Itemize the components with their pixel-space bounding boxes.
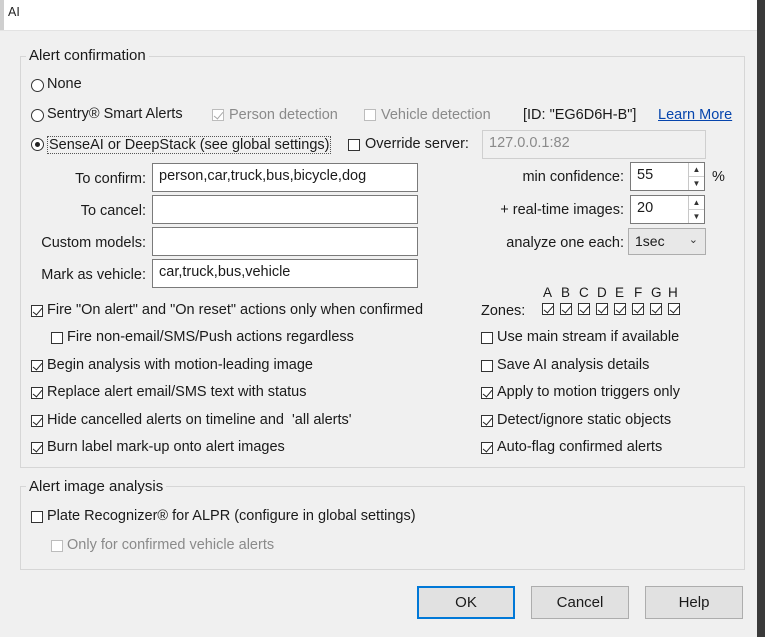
zone-c-checkbox[interactable]	[578, 303, 590, 315]
custom-models-label: Custom models:	[41, 235, 146, 251]
radio-senseai[interactable]	[31, 138, 44, 151]
zone-e-label: E	[615, 285, 625, 300]
begin-analysis-checkbox[interactable]	[31, 360, 43, 372]
zone-g-checkbox[interactable]	[650, 303, 662, 315]
analyze-select[interactable]: 1sec ⌄	[628, 228, 706, 255]
override-server-label: Override server:	[365, 136, 469, 152]
sentry-id: [ID: "EG6D6H-B"]	[523, 107, 637, 123]
spin-up-icon[interactable]: ▲	[689, 163, 704, 177]
realtime-images-spinner[interactable]: ▲ ▼	[688, 196, 704, 223]
override-server-checkbox[interactable]	[348, 139, 360, 151]
replace-alert-label: Replace alert email/SMS text with status	[47, 384, 307, 400]
mark-vehicle-input[interactable]: car,truck,bus,vehicle	[152, 259, 418, 288]
person-detection-checkbox[interactable]	[212, 109, 224, 121]
radio-sentry[interactable]	[31, 109, 44, 122]
use-main-stream-label: Use main stream if available	[497, 329, 680, 345]
title-bar: AI	[0, 0, 765, 31]
zone-g-label: G	[651, 285, 662, 300]
zone-c-label: C	[579, 285, 589, 300]
min-confidence-input[interactable]: 55 ▲ ▼	[630, 162, 705, 191]
fire-on-alert-checkbox[interactable]	[31, 305, 43, 317]
zone-f-label: F	[634, 285, 643, 300]
detect-static-checkbox[interactable]	[481, 415, 493, 427]
to-confirm-label: To confirm:	[75, 171, 146, 187]
spin-down-icon[interactable]: ▼	[689, 177, 704, 190]
vehicle-detection-checkbox[interactable]	[364, 109, 376, 121]
spin-up-icon[interactable]: ▲	[689, 196, 704, 210]
min-confidence-value: 55	[637, 167, 654, 183]
zone-a-label: A	[543, 285, 553, 300]
radio-sentry-label: Sentry® Smart Alerts	[47, 106, 183, 122]
realtime-images-label: + real-time images:	[500, 202, 624, 218]
spin-down-icon[interactable]: ▼	[689, 210, 704, 223]
min-confidence-spinner[interactable]: ▲ ▼	[688, 163, 704, 190]
replace-alert-checkbox[interactable]	[31, 387, 43, 399]
alert-confirmation-legend: Alert confirmation	[26, 47, 149, 64]
fire-on-alert-label: Fire "On alert" and "On reset" actions o…	[47, 302, 424, 318]
chevron-down-icon: ⌄	[688, 234, 698, 246]
learn-more-link[interactable]: Learn More	[658, 107, 732, 123]
use-main-stream-checkbox[interactable]	[481, 332, 493, 344]
to-cancel-input[interactable]	[152, 195, 418, 224]
percent-sign: %	[712, 169, 725, 185]
hide-cancelled-label: Hide cancelled alerts on timeline and 'a…	[47, 412, 352, 428]
ok-button[interactable]: OK	[417, 586, 515, 619]
alert-image-analysis-group	[20, 486, 745, 570]
help-button[interactable]: Help	[645, 586, 743, 619]
begin-analysis-label: Begin analysis with motion-leading image	[47, 357, 313, 373]
only-confirmed-vehicle-checkbox[interactable]	[51, 540, 63, 552]
zone-e-checkbox[interactable]	[614, 303, 626, 315]
zone-b-label: B	[561, 285, 571, 300]
realtime-images-value: 20	[637, 200, 654, 216]
alert-image-analysis-legend: Alert image analysis	[26, 478, 167, 495]
zone-d-checkbox[interactable]	[596, 303, 608, 315]
override-server-input[interactable]: 127.0.0.1:82	[482, 130, 706, 159]
save-ai-details-checkbox[interactable]	[481, 360, 493, 372]
burn-label-label: Burn label mark-up onto alert images	[47, 439, 285, 455]
analyze-value: 1sec	[635, 233, 665, 249]
person-detection-label: Person detection	[229, 107, 338, 123]
mark-vehicle-label: Mark as vehicle:	[41, 267, 146, 283]
radio-none-label: None	[47, 76, 82, 92]
only-confirmed-vehicle-label: Only for confirmed vehicle alerts	[67, 537, 275, 553]
zone-h-checkbox[interactable]	[668, 303, 680, 315]
radio-senseai-label: SenseAI or DeepStack (see global setting…	[47, 136, 332, 154]
zone-b-checkbox[interactable]	[560, 303, 572, 315]
vehicle-detection-label: Vehicle detection	[381, 107, 491, 123]
zone-a-checkbox[interactable]	[542, 303, 554, 315]
save-ai-details-label: Save AI analysis details	[497, 357, 650, 373]
hide-cancelled-checkbox[interactable]	[31, 415, 43, 427]
zone-f-checkbox[interactable]	[632, 303, 644, 315]
plate-recognizer-label: Plate Recognizer® for ALPR (configure in…	[47, 508, 416, 524]
auto-flag-label: Auto-flag confirmed alerts	[497, 439, 663, 455]
realtime-images-input[interactable]: 20 ▲ ▼	[630, 195, 705, 224]
fire-non-email-label: Fire non-email/SMS/Push actions regardle…	[67, 329, 354, 345]
min-confidence-label: min confidence:	[522, 169, 624, 185]
cancel-button[interactable]: Cancel	[531, 586, 629, 619]
detect-static-label: Detect/ignore static objects	[497, 412, 672, 428]
burn-label-checkbox[interactable]	[31, 442, 43, 454]
apply-motion-label: Apply to motion triggers only	[497, 384, 680, 400]
fire-non-email-checkbox[interactable]	[51, 332, 63, 344]
analyze-label: analyze one each:	[506, 235, 624, 251]
zones-label: Zones:	[481, 303, 526, 319]
zone-d-label: D	[597, 285, 607, 300]
to-confirm-input[interactable]: person,car,truck,bus,bicycle,dog	[152, 163, 418, 192]
plate-recognizer-checkbox[interactable]	[31, 511, 43, 523]
custom-models-input[interactable]	[152, 227, 418, 256]
radio-none[interactable]	[31, 79, 44, 92]
apply-motion-checkbox[interactable]	[481, 387, 493, 399]
to-cancel-label: To cancel:	[80, 203, 146, 219]
window-title: AI	[8, 5, 20, 19]
zone-h-label: H	[668, 285, 678, 300]
window-edge	[757, 0, 765, 637]
auto-flag-checkbox[interactable]	[481, 442, 493, 454]
title-bar-edge	[0, 0, 4, 30]
